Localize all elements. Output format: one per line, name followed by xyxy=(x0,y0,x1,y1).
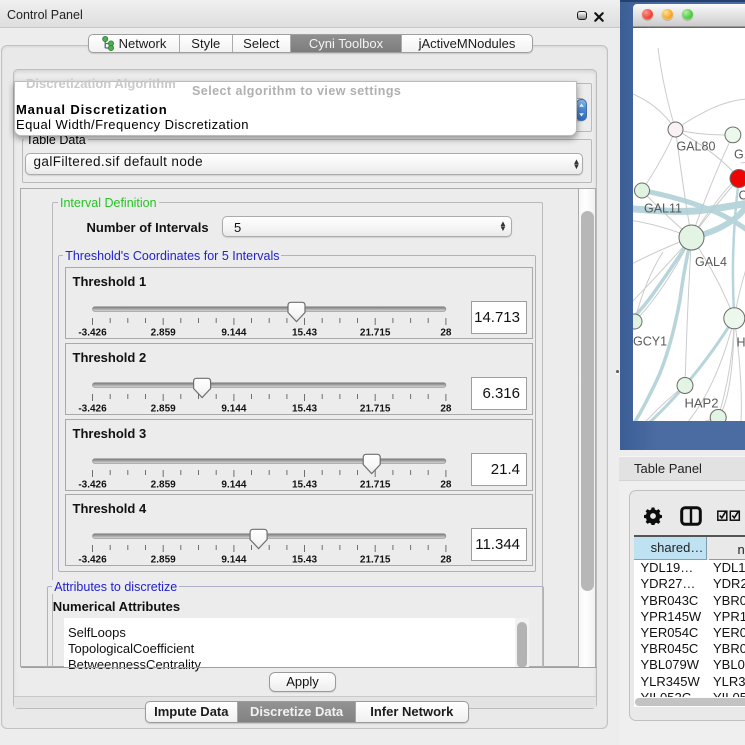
svg-text:GAL80: GAL80 xyxy=(676,139,715,153)
svg-text:28: 28 xyxy=(440,328,452,339)
svg-text:15.43: 15.43 xyxy=(291,404,316,415)
svg-text:28: 28 xyxy=(440,555,452,566)
svg-text:15.43: 15.43 xyxy=(291,555,316,566)
svg-text:C.: C. xyxy=(738,188,745,202)
svg-text:21.715: 21.715 xyxy=(359,404,390,415)
svg-text:21.715: 21.715 xyxy=(359,555,390,566)
svg-text:GCY1: GCY1 xyxy=(633,334,667,348)
svg-text:9.144: 9.144 xyxy=(221,404,246,415)
svg-text:-3.426: -3.426 xyxy=(78,555,107,566)
svg-text:-3.426: -3.426 xyxy=(78,404,107,415)
svg-text:-3.426: -3.426 xyxy=(78,480,107,491)
svg-text:H: H xyxy=(736,335,745,349)
svg-text:-3.426: -3.426 xyxy=(78,328,107,339)
svg-text:21.715: 21.715 xyxy=(359,328,390,339)
svg-text:2.859: 2.859 xyxy=(150,328,175,339)
svg-text:2.859: 2.859 xyxy=(150,480,175,491)
svg-text:28: 28 xyxy=(440,480,452,491)
svg-text:GAL4: GAL4 xyxy=(695,255,727,269)
svg-text:2.859: 2.859 xyxy=(150,555,175,566)
svg-text:GAL11: GAL11 xyxy=(644,201,682,215)
svg-text:HAP2: HAP2 xyxy=(684,395,718,410)
svg-text:15.43: 15.43 xyxy=(291,480,316,491)
svg-text:9.144: 9.144 xyxy=(221,480,246,491)
svg-text:2.859: 2.859 xyxy=(150,404,175,415)
svg-text:9.144: 9.144 xyxy=(221,555,246,566)
svg-text:21.715: 21.715 xyxy=(359,480,390,491)
svg-text:28: 28 xyxy=(440,404,452,415)
svg-text:15.43: 15.43 xyxy=(291,328,316,339)
svg-text:9.144: 9.144 xyxy=(221,328,246,339)
svg-text:G.: G. xyxy=(734,147,745,161)
